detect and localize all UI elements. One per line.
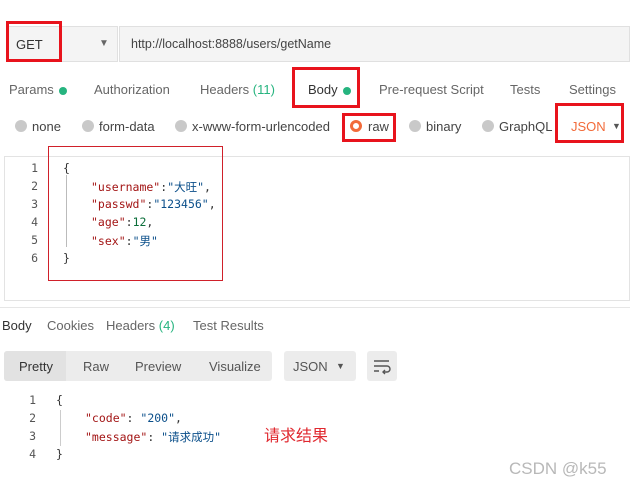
line-number: 3	[31, 197, 38, 211]
code-line: "age":12,	[91, 215, 154, 229]
chevron-down-icon[interactable]: ▼	[612, 121, 621, 131]
tab-tests[interactable]: Tests	[510, 82, 540, 97]
response-tab-cookies[interactable]: Cookies	[47, 318, 94, 333]
radio-none[interactable]	[15, 120, 27, 132]
url-text: http://localhost:8888/users/getName	[131, 37, 332, 51]
response-tab-test-results[interactable]: Test Results	[193, 318, 264, 333]
code-line: "message": "请求成功"	[85, 430, 222, 444]
code-close-brace: }	[63, 251, 70, 265]
radio-form-data-label: form-data	[99, 119, 155, 134]
wrap-lines-button[interactable]	[367, 351, 397, 381]
chevron-down-icon[interactable]: ▼	[99, 38, 109, 49]
radio-binary[interactable]	[409, 120, 421, 132]
code-close-brace: }	[56, 447, 63, 461]
params-indicator-dot	[58, 86, 67, 95]
tab-body[interactable]: Body	[308, 82, 351, 97]
view-raw-button[interactable]: Raw	[83, 359, 109, 374]
radio-binary-label: binary	[426, 119, 462, 134]
watermark: CSDN @k55	[509, 459, 607, 478]
line-number: 1	[31, 161, 38, 175]
radio-x-www-form-urlencoded-label: x-www-form-urlencoded	[192, 119, 330, 134]
code-open-brace: {	[63, 161, 70, 175]
code-line: "sex":"男"	[91, 234, 158, 248]
line-number: 3	[29, 429, 36, 443]
wrap-lines-icon	[374, 360, 391, 375]
tab-pre-request-script[interactable]: Pre-request Script	[379, 82, 484, 97]
radio-raw[interactable]	[350, 120, 362, 132]
response-tab-headers[interactable]: Headers (4)	[106, 318, 175, 333]
body-indicator-dot	[342, 86, 351, 95]
radio-graphql-label: GraphQL	[499, 119, 553, 134]
line-number: 1	[29, 393, 36, 407]
code-line: "code": "200",	[85, 411, 182, 425]
body-format-select[interactable]: JSON	[571, 119, 606, 134]
chevron-down-icon: ▼	[336, 361, 345, 371]
tab-authorization[interactable]: Authorization	[94, 82, 170, 97]
line-number: 6	[31, 251, 38, 265]
response-tab-body[interactable]: Body	[2, 318, 32, 333]
tab-params[interactable]: Params	[9, 82, 67, 97]
line-number: 2	[31, 179, 38, 193]
code-open-brace: {	[56, 393, 63, 407]
line-number: 2	[29, 411, 36, 425]
view-visualize-button[interactable]: Visualize	[209, 359, 261, 374]
radio-form-data[interactable]	[82, 120, 94, 132]
view-pretty-button[interactable]: Pretty	[19, 359, 53, 374]
tab-settings[interactable]: Settings	[569, 82, 616, 97]
indent-guide	[60, 410, 61, 446]
line-number: 4	[31, 215, 38, 229]
radio-x-www-form-urlencoded[interactable]	[175, 120, 187, 132]
code-line: "username":"大旺",	[91, 180, 211, 194]
line-number: 5	[31, 233, 38, 247]
radio-graphql[interactable]	[482, 120, 494, 132]
tab-headers[interactable]: Headers (11)	[200, 82, 275, 97]
response-format-label: JSON	[293, 359, 328, 374]
annotation-label: 请求结果	[264, 426, 329, 445]
section-divider	[0, 307, 630, 308]
code-line: "passwd":"123456",	[91, 197, 216, 211]
radio-none-label: none	[32, 119, 61, 134]
indent-guide	[66, 175, 67, 247]
line-number: 4	[29, 447, 36, 461]
view-preview-button[interactable]: Preview	[135, 359, 181, 374]
radio-raw-label: raw	[368, 119, 389, 134]
method-label: GET	[16, 37, 43, 52]
